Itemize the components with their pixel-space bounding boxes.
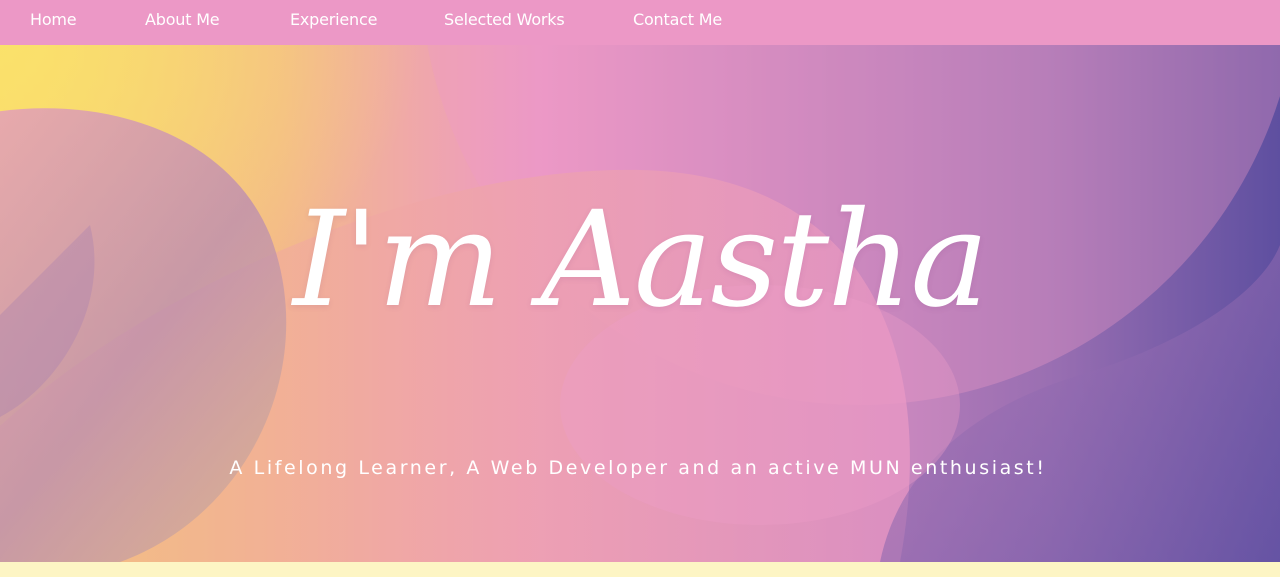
nav-link-home[interactable]: Home	[30, 0, 77, 40]
nav-link-selected-works[interactable]: Selected Works	[444, 0, 565, 40]
nav-link-about-me[interactable]: About Me	[145, 0, 220, 40]
page: Home About Me Experience Selected Works …	[0, 0, 1280, 577]
bottom-strip	[0, 562, 1280, 577]
top-navbar: Home About Me Experience Selected Works …	[0, 0, 1280, 45]
hero-subtitle: A Lifelong Learner, A Web Developer and …	[229, 457, 1047, 479]
hero-section: I'm Aastha A Lifelong Learner, A Web Dev…	[0, 45, 1280, 562]
hero-title: I'm Aastha	[292, 183, 989, 337]
nav-link-experience[interactable]: Experience	[290, 0, 377, 40]
nav-link-contact-me[interactable]: Contact Me	[633, 0, 722, 40]
